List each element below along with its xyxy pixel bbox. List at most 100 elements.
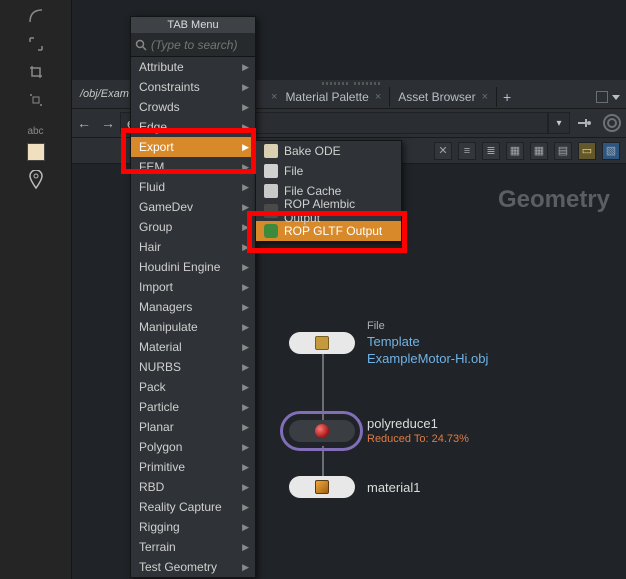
node-polyreduce[interactable]: polyreduce1 Reduced To: 24.73%	[289, 416, 469, 445]
menu-item-nurbs[interactable]: NURBS ▶	[131, 357, 255, 377]
submenu-arrow-icon: ▶	[242, 282, 249, 293]
list-view-icon[interactable]: ≣	[482, 142, 500, 160]
tab-asset-browser[interactable]: Asset Browser ×	[390, 87, 497, 107]
menu-item-managers[interactable]: Managers▶	[131, 297, 255, 317]
grid-large-icon[interactable]: ▦	[530, 142, 548, 160]
submenu-item-icon	[264, 164, 278, 178]
nav-back-button[interactable]: ←	[72, 109, 96, 137]
radial-icon[interactable]	[598, 112, 626, 134]
menu-item-constraints[interactable]: Constraints▶	[131, 77, 255, 97]
menu-item-rbd[interactable]: RBD▶	[131, 477, 255, 497]
pane-options[interactable]	[596, 91, 626, 103]
menu-item-terrain[interactable]: Terrain▶	[131, 537, 255, 557]
node-name-label: material1	[367, 480, 420, 495]
submenu-arrow-icon: ▶	[242, 82, 249, 93]
menu-item-gamedev[interactable]: GameDev ▶	[131, 197, 255, 217]
tab-label: Material Palette	[285, 90, 368, 104]
submenu-arrow-icon: ▶	[242, 222, 249, 233]
sticky-icon[interactable]: ▭	[578, 142, 596, 160]
submenu-arrow-icon: ▶	[242, 542, 249, 553]
tab-menu: TAB Menu Attribute▶Constraints▶Crowds▶Ed…	[130, 16, 256, 578]
nav-forward-button[interactable]: →	[96, 109, 120, 137]
submenu-arrow-icon: ▶	[242, 562, 249, 573]
tile-icon[interactable]: ▤	[554, 142, 572, 160]
menu-item-label: Import	[139, 280, 173, 294]
submenu-arrow-icon: ▶	[242, 362, 249, 373]
menu-item-label: Material	[139, 340, 182, 354]
search-icon	[135, 38, 147, 52]
submenu-arrow-icon: ▶	[242, 202, 249, 213]
abc-label[interactable]: abc	[27, 126, 43, 137]
tool-marker-icon[interactable]	[27, 171, 45, 189]
tool-snap-icon[interactable]	[26, 90, 46, 110]
menu-item-reality-capture[interactable]: Reality Capture▶	[131, 497, 255, 517]
submenu-arrow-icon: ▶	[242, 522, 249, 533]
menu-item-houdini-engine[interactable]: Houdini Engine ▶	[131, 257, 255, 277]
tool-curve-icon[interactable]	[26, 6, 46, 26]
menu-item-hair[interactable]: Hair▶	[131, 237, 255, 257]
menu-item-group[interactable]: Group▶	[131, 217, 255, 237]
submenu-arrow-icon: ▶	[242, 162, 249, 173]
submenu-arrow-icon: ▶	[242, 262, 249, 273]
pin-icon[interactable]	[570, 112, 598, 134]
submenu-item-rop-alembic-output[interactable]: ROP Alembic Output	[256, 201, 401, 221]
menu-item-label: GameDev	[139, 200, 193, 214]
menu-item-particle[interactable]: Particle▶	[131, 397, 255, 417]
path-dropdown-button[interactable]: ▾	[548, 112, 570, 134]
add-tab-button[interactable]: +	[497, 87, 517, 107]
submenu-item-icon	[264, 184, 278, 198]
menu-item-material[interactable]: Material▶	[131, 337, 255, 357]
menu-item-primitive[interactable]: Primitive▶	[131, 457, 255, 477]
tab-menu-title: TAB Menu	[131, 17, 255, 33]
grid-small-icon[interactable]: ▦	[506, 142, 524, 160]
submenu-arrow-icon: ▶	[242, 302, 249, 313]
menu-item-attribute[interactable]: Attribute▶	[131, 57, 255, 77]
menu-item-planar[interactable]: Planar▶	[131, 417, 255, 437]
tab-material-palette[interactable]: Material Palette ×	[277, 87, 390, 107]
menu-item-crowds[interactable]: Crowds▶	[131, 97, 255, 117]
submenu-item-label: File Cache	[284, 184, 341, 198]
menu-item-label: Crowds	[139, 100, 180, 114]
network-type-title: Geometry	[498, 186, 610, 214]
menu-item-edge[interactable]: Edge▶	[131, 117, 255, 137]
menu-item-label: Planar	[139, 420, 174, 434]
node-file[interactable]: File Template ExampleMotor-Hi.obj	[289, 320, 488, 366]
menu-item-manipulate[interactable]: Manipulate▶	[131, 317, 255, 337]
color-view-icon[interactable]: ▧	[602, 142, 620, 160]
submenu-arrow-icon: ▶	[242, 142, 249, 153]
menu-item-fem[interactable]: FEM▶	[131, 157, 255, 177]
submenu-item-rop-gltf-output[interactable]: ROP GLTF Output	[256, 221, 401, 241]
menu-item-fluid[interactable]: Fluid▶	[131, 177, 255, 197]
tool-crop-icon[interactable]	[26, 62, 46, 82]
menu-item-label: Polygon	[139, 440, 182, 454]
tab-menu-search	[131, 33, 255, 57]
menu-item-rigging[interactable]: Rigging ▶	[131, 517, 255, 537]
menu-item-label: Test Geometry	[139, 560, 217, 574]
menu-item-label: Houdini Engine	[139, 260, 220, 274]
submenu-item-bake-ode[interactable]: Bake ODE	[256, 141, 401, 161]
left-toolbar: abc	[0, 0, 72, 579]
menu-item-label: Primitive	[139, 460, 185, 474]
tool-image-icon[interactable]	[27, 143, 45, 161]
menu-item-export[interactable]: Export▶	[131, 137, 255, 157]
menu-item-polygon[interactable]: Polygon▶	[131, 437, 255, 457]
menu-item-label: Edge	[139, 120, 167, 134]
menu-item-label: NURBS	[139, 360, 181, 374]
node-material[interactable]: material1	[289, 476, 420, 498]
close-icon[interactable]: ×	[375, 91, 381, 103]
submenu-item-icon	[264, 204, 278, 218]
submenu-item-label: ROP Alembic Output	[284, 197, 393, 225]
tool-expand-icon[interactable]	[26, 34, 46, 54]
menu-item-import[interactable]: Import ▶	[131, 277, 255, 297]
menu-item-test-geometry[interactable]: Test Geometry ▶	[131, 557, 255, 577]
export-submenu: Bake ODEFileFile CacheROP Alembic Output…	[255, 140, 402, 242]
node-name-label: Template	[367, 334, 488, 349]
tree-view-icon[interactable]: ≡	[458, 142, 476, 160]
menu-item-label: Rigging	[139, 520, 180, 534]
wrench-icon[interactable]: ✕	[434, 142, 452, 160]
search-input[interactable]	[151, 38, 308, 52]
submenu-item-file[interactable]: File	[256, 161, 401, 181]
menu-item-pack[interactable]: Pack▶	[131, 377, 255, 397]
close-icon[interactable]: ×	[482, 91, 488, 103]
submenu-item-icon	[264, 144, 278, 158]
